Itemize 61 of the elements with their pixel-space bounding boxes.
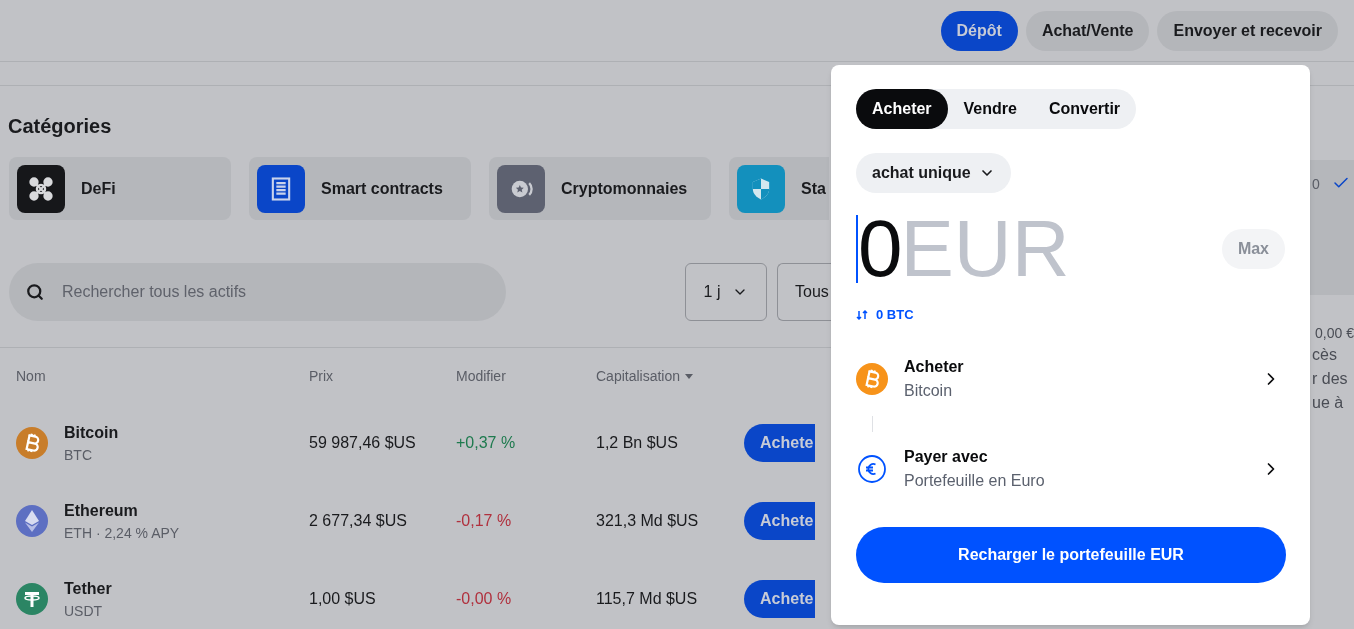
euro-icon <box>856 452 888 485</box>
category-label: Sta <box>801 178 826 199</box>
side-value: 0 <box>1312 175 1320 194</box>
side-text: 0,00 € <box>1315 324 1354 343</box>
conversion-text: 0 BTC <box>876 306 914 324</box>
trade-tab[interactable]: Acheter <box>856 89 948 129</box>
column-header[interactable]: Capitalisation <box>596 366 681 386</box>
step-row[interactable]: Payer avec Portefeuille en Euro <box>856 444 1285 493</box>
change-cell: -0,17 % <box>456 512 512 529</box>
step-title: Payer avec <box>904 446 989 467</box>
category-card[interactable]: DeFi <box>9 157 231 220</box>
asset-symbol: ETH · 2,24 % APY <box>64 524 180 543</box>
market-cap-cell-text: 115,7 Md $US <box>596 589 699 609</box>
column-header[interactable]: Modifier <box>456 366 506 386</box>
asset-symbol: USDT <box>64 602 104 621</box>
step-subtitle: Portefeuille en Euro <box>904 470 1046 491</box>
tether-icon <box>16 583 48 615</box>
category-label: Smart contracts <box>321 178 443 199</box>
header-button[interactable]: Envoyer et recevoir <box>1157 10 1338 51</box>
price-cell-text: 59 987,46 $US <box>309 433 417 453</box>
trade-tab[interactable]: Convertir <box>1032 89 1137 129</box>
side-text: cès <box>1311 345 1337 365</box>
frequency-dropdown[interactable]: achat unique <box>856 153 1011 193</box>
asset-name: Bitcoin <box>64 423 119 443</box>
change-cell: +0,37 % <box>456 434 516 451</box>
column-header[interactable]: Nom <box>16 366 46 386</box>
market-cap-cell-text: 1,2 Bn $US <box>596 433 679 453</box>
market-cap-cell-text: 321,3 Md $US <box>596 511 700 531</box>
amount-field[interactable]: 0EUR <box>856 215 1070 283</box>
step-row[interactable]: Acheter Bitcoin <box>856 354 1285 403</box>
section-title: Catégories <box>8 114 113 139</box>
ethereum-icon <box>16 505 48 537</box>
category-label: DeFi <box>81 178 116 199</box>
category-card[interactable]: Smart contracts <box>249 157 471 220</box>
search-icon <box>26 283 44 301</box>
bitcoin-icon <box>856 362 888 395</box>
side-text: ue à <box>1311 393 1344 413</box>
bitcoin-icon <box>16 427 48 459</box>
side-text: r des <box>1311 369 1348 389</box>
asset-name: Ethereum <box>64 501 139 521</box>
buy-button[interactable]: Achete <box>744 424 815 462</box>
period-dropdown[interactable]: 1 j <box>685 263 767 321</box>
asset-symbol: BTC <box>64 446 93 465</box>
header-button[interactable]: Dépôt <box>940 10 1018 51</box>
swap-arrows-icon <box>856 308 868 321</box>
buy-button[interactable]: Achete <box>744 580 815 618</box>
reload-wallet-button[interactable]: Recharger le portefeuille EUR <box>856 526 1286 583</box>
price-cell-text: 1,00 $US <box>309 589 377 609</box>
change-cell: -0,00 % <box>456 590 512 607</box>
category-card[interactable]: Cryptomonnaies <box>489 157 711 220</box>
category-card[interactable]: Sta <box>729 157 829 220</box>
step-title: Acheter <box>904 356 965 377</box>
trade-tab[interactable]: Vendre <box>947 89 1033 129</box>
search-field[interactable]: Rechercher tous les actifs <box>9 263 506 321</box>
price-cell-text: 2 677,34 $US <box>309 511 408 531</box>
category-label: Cryptomonnaies <box>561 178 688 199</box>
column-header[interactable]: Prix <box>309 366 334 386</box>
header-button[interactable]: Achat/Vente <box>1025 10 1150 51</box>
asset-name: Tether <box>64 579 112 599</box>
step-subtitle: Bitcoin <box>904 380 954 401</box>
buy-button[interactable]: Achete <box>744 502 815 540</box>
